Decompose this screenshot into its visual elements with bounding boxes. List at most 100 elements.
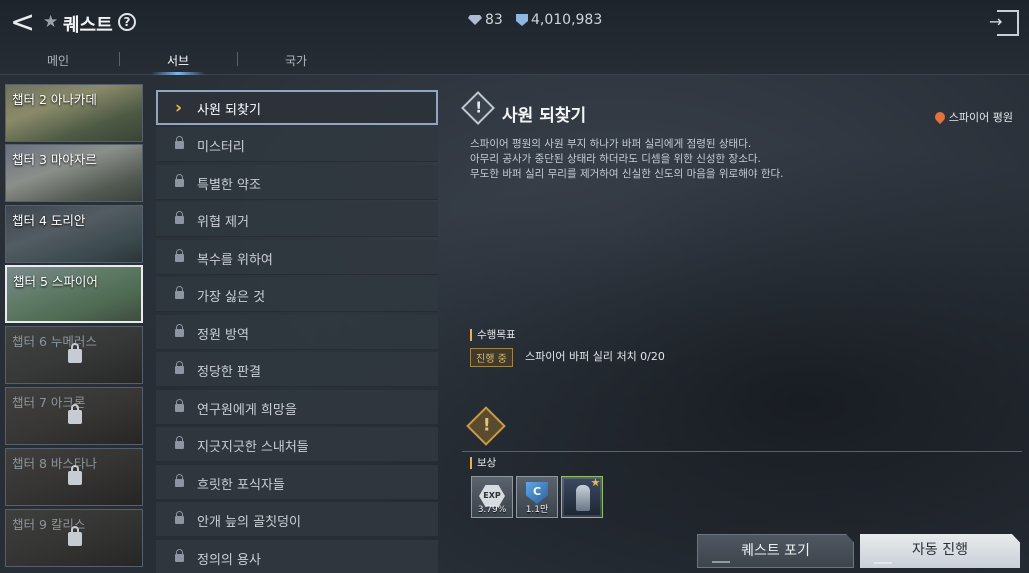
chapter-item-locked[interactable]: 챕터 9 칼리스 xyxy=(5,509,143,567)
chapter-label: 챕터 8 바스타나 xyxy=(12,456,97,471)
quest-item[interactable]: 정의의 용사 xyxy=(156,540,438,573)
lock-icon xyxy=(175,399,184,412)
quest-label: 연구원에게 희망을 xyxy=(197,403,297,418)
coin-icon: C xyxy=(526,482,548,504)
quest-item-selected[interactable]: › 사원 되찾기 xyxy=(156,90,438,125)
quest-detail-panel: ! 사원 되찾기 스파이어 평원 스파이어 평원의 사원 부지 하나가 바퍼 실… xyxy=(448,86,1029,573)
quest-label: 사원 되찾기 xyxy=(197,103,261,118)
chevron-right-icon: › xyxy=(175,98,183,118)
quest-label: 미스터리 xyxy=(197,140,245,155)
lock-icon xyxy=(68,343,82,363)
chapter-item-locked[interactable]: 챕터 7 아크론 xyxy=(5,387,143,445)
quest-list: › 사원 되찾기 미스터리 특별한 약조 위협 제거 복수를 위하여 가장 싫은… xyxy=(156,88,440,573)
gem-count: 83 xyxy=(485,12,503,28)
tab-divider xyxy=(237,52,238,66)
tab-divider xyxy=(119,52,120,66)
quest-label: 가장 싫은 것 xyxy=(197,290,266,305)
quest-title: 사원 되찾기 xyxy=(502,106,587,126)
reward-exp[interactable]: EXP 3.79% xyxy=(471,476,513,518)
quest-item[interactable]: 위협 제거 xyxy=(156,202,438,237)
quest-item[interactable]: 안개 늪의 골칫덩이 xyxy=(156,502,438,537)
active-tab-indicator xyxy=(151,72,205,75)
quest-label: 특별한 약조 xyxy=(197,178,261,193)
lock-icon xyxy=(175,249,184,262)
quest-location[interactable]: 스파이어 평원 xyxy=(932,109,1013,125)
top-bar: < ★ 퀘스트 ? 83 4,010,983 메인 서브 국가 xyxy=(0,0,1029,75)
coin-count: 4,010,983 xyxy=(531,12,603,28)
quest-item[interactable]: 가장 싫은 것 xyxy=(156,277,438,312)
reward-amount: 1.1만 xyxy=(525,505,549,515)
tab-nation[interactable]: 국가 xyxy=(266,52,326,69)
chapter-item[interactable]: 챕터 2 아나카데 xyxy=(5,84,143,142)
lock-icon xyxy=(175,511,184,524)
lock-icon xyxy=(175,174,184,187)
quest-label: 지긋지긋한 스내처들 xyxy=(197,440,309,455)
quest-label: 정당한 판결 xyxy=(197,365,261,380)
quest-item[interactable]: 정원 방역 xyxy=(156,315,438,350)
status-badge: 진행 중 xyxy=(470,348,513,367)
lock-icon xyxy=(175,549,184,562)
give-up-quest-button[interactable]: 퀘스트 포기 xyxy=(697,534,854,568)
lock-icon xyxy=(68,404,82,424)
gem-icon xyxy=(468,15,482,25)
chapter-item[interactable]: 챕터 3 마야자르 xyxy=(5,144,143,202)
quest-item[interactable]: 정당한 판결 xyxy=(156,352,438,387)
description-line: 무도한 바퍼 실리 무리를 제거하여 신실한 신도의 마음을 위로해야 한다. xyxy=(470,168,784,180)
chapter-item-locked[interactable]: 챕터 6 누메러스 xyxy=(5,326,143,384)
reward-amount: 3.79% xyxy=(477,505,507,515)
quest-item[interactable]: 연구원에게 희망을 xyxy=(156,390,438,425)
chapter-label: 챕터 3 마야자르 xyxy=(12,152,97,167)
lock-icon xyxy=(68,526,82,546)
gem-currency: 83 xyxy=(468,12,503,28)
lock-icon xyxy=(175,436,184,449)
quest-item[interactable]: 흐릿한 포식자들 xyxy=(156,465,438,500)
quest-warning-icon: ! xyxy=(466,406,506,446)
objective-text: 스파이어 바퍼 실리 처치 0/20 xyxy=(525,350,665,363)
location-pin-icon xyxy=(932,109,947,125)
reward-heading: 보상 xyxy=(470,457,496,469)
divider xyxy=(462,451,1022,452)
location-label: 스파이어 평원 xyxy=(948,111,1013,124)
exit-icon[interactable] xyxy=(989,10,1019,36)
lock-icon xyxy=(175,211,184,224)
quest-item[interactable]: 복수를 위하여 xyxy=(156,240,438,275)
description-line: 아무리 공사가 중단된 상태라 하더라도 디셈을 위한 신성한 장소다. xyxy=(470,153,761,165)
quest-item[interactable]: 미스터리 xyxy=(156,127,438,162)
quest-label: 흐릿한 포식자들 xyxy=(197,478,285,493)
tab-bar: 메인 서브 국가 xyxy=(0,52,380,75)
quest-label: 위협 제거 xyxy=(197,215,249,230)
chapter-label: 챕터 4 도리안 xyxy=(12,213,86,228)
lock-icon xyxy=(175,136,184,149)
quest-type-icon: ! xyxy=(461,91,495,125)
lock-icon xyxy=(68,465,82,485)
lock-icon xyxy=(175,324,184,337)
coin-currency: 4,010,983 xyxy=(516,12,602,28)
quest-label: 정의의 용사 xyxy=(197,553,261,568)
auto-proceed-button[interactable]: 자동 진행 xyxy=(860,534,1020,568)
reward-coin[interactable]: C 1.1만 xyxy=(516,476,558,518)
lock-icon xyxy=(175,286,184,299)
quest-item[interactable]: 특별한 약조 xyxy=(156,165,438,200)
chapter-label: 챕터 5 스파이어 xyxy=(13,274,98,289)
quest-label: 복수를 위하여 xyxy=(197,253,273,268)
objective-heading: 수행목표 xyxy=(470,329,516,341)
chapter-list: 챕터 2 아나카데 챕터 3 마야자르 챕터 4 도리안 챕터 5 스파이어 챕… xyxy=(5,84,143,573)
chapter-label: 챕터 2 아나카데 xyxy=(12,92,97,107)
tab-main[interactable]: 메인 xyxy=(28,52,88,69)
back-icon[interactable]: < xyxy=(10,8,40,40)
help-icon[interactable]: ? xyxy=(118,13,136,31)
lock-icon xyxy=(175,361,184,374)
chapter-item-locked[interactable]: 챕터 8 바스타나 xyxy=(5,448,143,506)
quest-description: 스파이어 평원의 사원 부지 하나가 바퍼 실리에게 점령된 상태다. 아무리 … xyxy=(470,137,1010,182)
exp-icon: EXP xyxy=(479,485,505,507)
quest-item[interactable]: 지긋지긋한 스내처들 xyxy=(156,427,438,462)
reward-character-card[interactable] xyxy=(561,476,603,518)
lock-icon xyxy=(175,474,184,487)
description-line: 스파이어 평원의 사원 부지 하나가 바퍼 실리에게 점령된 상태다. xyxy=(470,138,752,150)
star-icon: ★ xyxy=(43,12,59,32)
page-title: 퀘스트 xyxy=(63,15,113,36)
tab-sub[interactable]: 서브 xyxy=(148,52,208,69)
chapter-label: 챕터 6 누메러스 xyxy=(12,334,97,349)
chapter-item[interactable]: 챕터 4 도리안 xyxy=(5,205,143,263)
chapter-item-selected[interactable]: 챕터 5 스파이어 xyxy=(5,265,143,323)
